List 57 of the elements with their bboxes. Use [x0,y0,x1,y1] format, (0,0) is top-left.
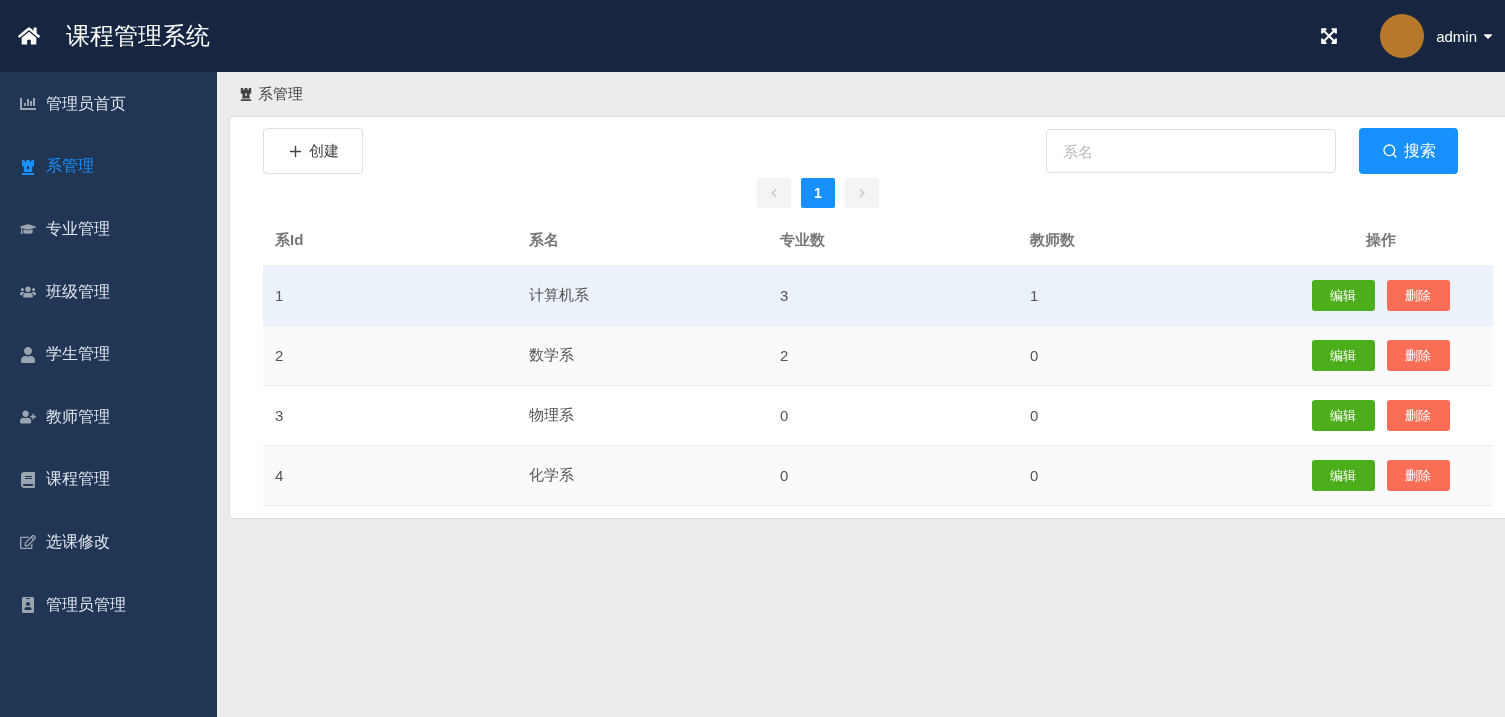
home-icon[interactable] [18,25,40,47]
table-cell-text: 2 [274,347,285,364]
sidebar-item[interactable]: 学生管理 [0,323,217,386]
column-header: 操作 [1364,230,1397,250]
app-title: 课程管理系统 [66,21,211,51]
sidebar-label: 班级管理 [46,281,110,302]
table-cell-text: 0 [779,467,790,484]
id-badge-icon [20,597,36,614]
search-icon [1381,143,1398,159]
column-header: 专业数 [779,230,826,250]
avatar[interactable] [1380,14,1425,58]
users-icon [20,284,36,301]
bar-chart-icon [20,96,36,113]
table-cell-text: 3 [779,287,790,304]
table-cell-text: 0 [1029,407,1040,424]
sidebar-label: 教师管理 [46,406,110,427]
sidebar-label: 管理员管理 [46,594,126,615]
castle-icon [239,87,253,101]
table-cell-text: 0 [779,407,790,424]
sidebar-label: 系管理 [46,156,94,177]
table-cell-text: 1 [1029,287,1040,304]
sidebar-label: 管理员首页 [46,93,126,114]
sidebar-item[interactable]: 教师管理 [0,385,217,449]
user-plus-icon [20,409,36,426]
table-cell-text: 2 [779,347,790,364]
table-cell-text: 1 [274,287,285,304]
sidebar-item[interactable]: 选课修改 [0,511,217,574]
table-cell-text: 0 [1029,347,1040,364]
user-icon [20,346,36,363]
fullscreen-icon[interactable] [1320,27,1339,45]
sidebar-label: 课程管理 [46,469,110,490]
sidebar-label: 专业管理 [46,219,110,239]
table-cell-text: 0 [1029,467,1040,484]
search-field[interactable]: 系名 [1046,129,1336,173]
castle-icon [20,158,36,175]
edit-icon [20,534,36,551]
create-button[interactable]: 创建 [263,128,363,174]
column-header: 系Id [274,230,305,250]
sidebar-label: 选课修改 [46,531,110,552]
sidebar-item[interactable]: 专业管理 [0,198,217,261]
breadcrumb: 系管理 [258,84,303,104]
column-header: 教师数 [1029,230,1076,250]
sidebar-item[interactable]: 班级管理 [0,260,217,324]
table-cell-text: 化学系 [528,466,575,485]
column-header: 系名 [528,230,560,250]
book-icon [20,471,36,488]
table-cell-text: 3 [274,407,285,424]
sidebar-label: 学生管理 [46,344,110,365]
sidebar-item[interactable]: 课程管理 [0,448,217,512]
sidebar-item[interactable]: 管理员首页 [0,73,217,136]
table-cell-text: 4 [274,467,285,484]
user-menu[interactable]: admin [1436,27,1495,45]
sidebar-item[interactable]: 系管理 [0,135,217,199]
sidebar-item[interactable]: 管理员管理 [0,573,217,637]
table-cell-text: 计算机系 [528,286,590,305]
table-cell-text: 物理系 [528,406,575,425]
table-cell-text: 数学系 [528,346,575,365]
